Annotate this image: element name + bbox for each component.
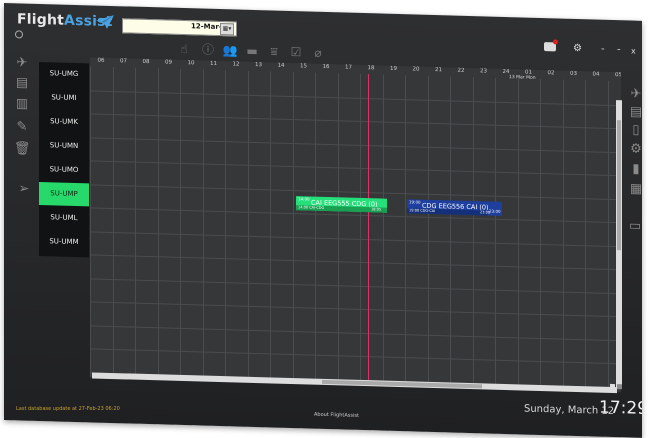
flight-route-info: 14:00 CAI-CDG: [298, 205, 325, 210]
maintenance-icon[interactable]: ⚙: [628, 141, 642, 156]
aircraft-row[interactable]: SU-UMP: [39, 181, 89, 207]
info-icon[interactable]: ⓘ: [200, 42, 216, 57]
notes-icon[interactable]: ▤: [628, 104, 642, 119]
next-day-label: 13 Mar Mon: [509, 75, 536, 81]
scrollbar-thumb[interactable]: [617, 120, 621, 251]
grid-row-line: [90, 254, 621, 271]
view-toggle-1[interactable]: [610, 383, 615, 390]
flight-dep-time: 14:00: [298, 196, 310, 202]
flight-end-time: 23:00: [480, 210, 491, 215]
aircraft-row[interactable]: SU-UMK: [39, 110, 89, 134]
notification-dot: [553, 39, 558, 45]
minimize-icon[interactable]: -: [601, 44, 605, 55]
flight-block-EEG555[interactable]: 14:00 CAI EEG555 CDG (0) 14:00 CAI-CDG 1…: [296, 196, 387, 213]
file-icon[interactable]: ▯: [628, 122, 642, 138]
flight-route-info: 19:00 CDG-CAI: [409, 208, 436, 214]
folder-icon[interactable]: ▬: [244, 44, 260, 58]
report-icon[interactable]: ▥: [14, 96, 30, 111]
aircraft-row[interactable]: SU-UMO: [39, 158, 89, 182]
hour-label: 17: [345, 64, 352, 71]
hour-label: 14: [277, 62, 285, 69]
hour-label: 02: [547, 70, 555, 77]
hour-label: 06: [97, 57, 105, 64]
hand-select-icon[interactable]: ☝: [176, 42, 192, 56]
flight-dep-time: 19:00: [409, 199, 421, 205]
aircraft-list: SU-UMG SU-UMI SU-UMK SU-UMN SU-UMO SU-UMP SU-U…: [39, 61, 89, 258]
grid-row-line: [90, 89, 621, 106]
date-picker[interactable]: 12-Mar-23 ▦▾: [122, 18, 237, 37]
crew-icon[interactable]: 👥: [222, 43, 238, 57]
send-plane-icon[interactable]: ➢: [16, 181, 32, 196]
hour-label: 11: [210, 60, 217, 67]
hour-label: 05: [615, 72, 621, 79]
vertical-scrollbar[interactable]: [616, 100, 622, 389]
grid-row-line: [90, 301, 621, 318]
hour-label: 12: [232, 61, 240, 68]
current-time-line: [368, 74, 369, 386]
hour-label: 19: [390, 65, 397, 72]
brand-flight: Flight: [17, 11, 65, 29]
grid-row-line: [90, 277, 621, 294]
settings-small-icon[interactable]: [15, 30, 23, 39]
about-link[interactable]: About FlightAssist: [314, 412, 359, 419]
fuel-icon[interactable]: ▮: [628, 161, 642, 177]
hour-label: 08: [142, 58, 150, 66]
hour-label: 13: [255, 62, 262, 69]
edit-icon[interactable]: ✎: [14, 119, 30, 134]
hour-label: 23: [480, 68, 487, 75]
app-window: FlightAssist 12-Mar-23 ▦▾ ☝ ⓘ 👥 ▬ ⩸ ☑ ⌀ …: [4, 3, 642, 438]
hour-label: 04: [592, 71, 600, 78]
hour-label: 18: [367, 65, 375, 72]
grid-row-line: [90, 136, 621, 153]
aircraft-row[interactable]: SU-UMI: [39, 86, 89, 110]
grid-row-line: [90, 113, 621, 130]
runway-icon[interactable]: ⩸: [266, 44, 282, 58]
aircraft-row[interactable]: SU-UMG: [39, 62, 89, 86]
view-toggle-2[interactable]: [617, 384, 622, 390]
restore-icon[interactable]: -: [617, 44, 621, 55]
comment-icon[interactable]: ▭: [627, 218, 642, 233]
trash-icon[interactable]: 🗑: [14, 141, 31, 156]
hour-label: 22: [457, 67, 465, 74]
hour-label: 09: [165, 59, 172, 66]
grid-row-line: [90, 348, 621, 365]
hour-label: 03: [570, 70, 577, 78]
calendar-dropdown-icon[interactable]: ▦▾: [220, 23, 234, 36]
close-icon[interactable]: x: [631, 47, 636, 56]
hour-label: 16: [322, 63, 330, 71]
aircraft-row[interactable]: SU-UML: [39, 206, 89, 230]
attachment-icon[interactable]: ⌀: [310, 46, 326, 60]
aircraft-row[interactable]: SU-UMM: [39, 230, 89, 254]
flight-subbar: 19:00 CDG-CAI 23:00: [407, 208, 491, 216]
book-icon[interactable]: ▦: [628, 181, 642, 196]
hour-label: 15: [300, 63, 307, 70]
aircraft-row[interactable]: SU-UMN: [39, 134, 89, 158]
grid-row-line: [90, 230, 621, 247]
flight-end-time: 18:05: [371, 207, 382, 212]
hour-label: 20: [412, 66, 420, 73]
grid-row-line: [90, 160, 621, 177]
flight-block-EEG556[interactable]: 19:00 CDG EEG556 CAI (0) 23:00 19:00 CDG…: [407, 199, 502, 216]
gantt-chart[interactable]: 06 07 08 09 10 11 12 13 14 15 16 17 18 19 20 21 22 23 24 01…: [90, 57, 622, 393]
aircraft-left-icon[interactable]: ✈: [14, 55, 30, 70]
hour-label: 21: [435, 67, 442, 74]
flight-right-icon[interactable]: ✈: [628, 86, 642, 102]
document-icon[interactable]: ▤: [14, 75, 30, 90]
hour-label: 07: [120, 58, 127, 65]
hour-label: 10: [187, 60, 195, 67]
grid-row-line: [90, 324, 621, 341]
settings-gear-icon[interactable]: ⚙: [573, 43, 582, 54]
timeline-header: 06 07 08 09 10 11 12 13 14 15 16 17 18 19 20 21 22 23 24 01…: [90, 57, 622, 79]
current-time: 17:29: [599, 397, 642, 419]
last-update-text: Last database update at 27-Feb-23 06:20: [16, 406, 120, 412]
flight-arr-time: 23:00: [489, 208, 501, 214]
paper-plane-logo-icon: [96, 15, 114, 29]
checklist-icon[interactable]: ☑: [288, 45, 304, 59]
